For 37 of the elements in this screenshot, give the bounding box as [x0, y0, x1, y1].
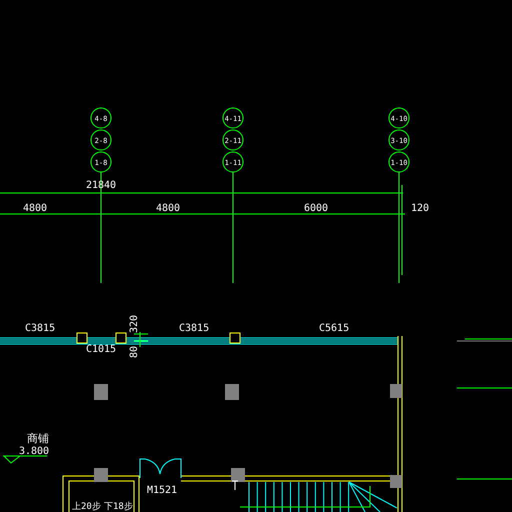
axis-bubble: [90, 108, 112, 128]
door-label: M1521: [146, 485, 178, 496]
axis-bubble: [90, 130, 112, 150]
dimension-text: 4800: [156, 203, 180, 214]
stair-note: 上20步: [72, 502, 101, 512]
window-label: C3815: [25, 323, 56, 334]
wall-dimension: 80: [129, 346, 140, 358]
axis-bubble: [222, 130, 244, 150]
window-label: C3815: [179, 323, 210, 334]
window-post: [230, 332, 240, 344]
axis-bubble: [388, 130, 410, 150]
dimension-text: 120: [411, 203, 430, 214]
column: [94, 384, 108, 400]
axis-bubble: [388, 108, 410, 128]
dimension-text: 4800: [22, 203, 48, 214]
break-mark: [232, 480, 238, 490]
dimension-mark: [134, 332, 148, 348]
window-label: C5615: [319, 323, 350, 334]
column: [390, 475, 402, 488]
window-post: [116, 332, 126, 344]
column: [231, 468, 245, 482]
door-swing: [140, 458, 182, 478]
elevation-mark: [2, 456, 48, 464]
axis-bubble: [388, 152, 410, 172]
axis-bubble: [222, 152, 244, 172]
window-post: [76, 332, 88, 344]
dimension-text: 6000: [304, 203, 328, 214]
axis-bubble: [222, 108, 244, 128]
column: [94, 468, 108, 482]
room-label: 商铺: [27, 432, 49, 445]
column: [390, 384, 402, 398]
stair-note: 下18步: [104, 502, 133, 512]
window-label: C1015: [86, 344, 116, 355]
wall-dimension: 320: [129, 314, 140, 333]
elevation-text: 3.800: [18, 446, 50, 457]
column: [225, 384, 239, 400]
axis-bubble: [90, 152, 112, 172]
